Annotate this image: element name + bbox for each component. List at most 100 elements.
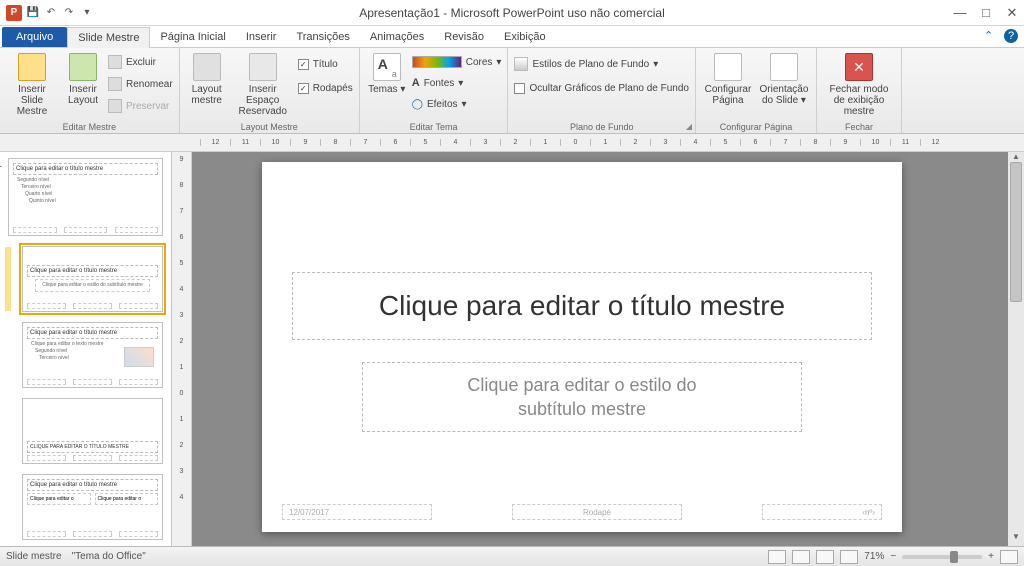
ribbon-tabs: Arquivo Slide Mestre Página Inicial Inse… (0, 26, 1024, 48)
page-setup-button[interactable]: Configurar Página (702, 51, 754, 106)
rename-button[interactable]: Renomear (108, 75, 173, 93)
group-close: ✕ Fechar modo de exibição mestre Fechar (817, 48, 902, 133)
close-master-view-button[interactable]: ✕ Fechar modo de exibição mestre (823, 51, 895, 117)
fit-to-window-button[interactable] (1000, 550, 1018, 564)
checkbox-checked-icon: ✓ (298, 83, 309, 94)
preserve-button[interactable]: Preservar (108, 97, 173, 115)
slideshow-view-button[interactable] (840, 550, 858, 564)
tab-slide-master[interactable]: Slide Mestre (67, 27, 150, 48)
zoom-out-button[interactable]: − (890, 551, 896, 562)
delete-button[interactable]: Excluir (108, 53, 173, 71)
zoom-in-button[interactable]: + (988, 551, 994, 562)
save-icon[interactable]: 💾 (26, 6, 40, 20)
thumbnail-layout-5[interactable]: Clique para editar o título mestre Cliqu… (22, 474, 163, 540)
insert-placeholder-button[interactable]: Inserir Espaço Reservado (232, 51, 294, 117)
tab-review[interactable]: Revisão (434, 27, 494, 47)
checkbox-checked-icon: ✓ (298, 59, 309, 70)
zoom-slider[interactable] (902, 555, 982, 559)
tab-home[interactable]: Página Inicial (150, 27, 235, 47)
orientation-icon (770, 53, 798, 81)
thumb-subtitle: Clique para editar o estilo do subtítulo… (35, 279, 150, 292)
themes-button[interactable]: Aa Temas ▾ (366, 51, 408, 113)
tab-file[interactable]: Arquivo (2, 27, 67, 47)
ribbon-minimize-icon[interactable]: ⌃ (984, 29, 998, 43)
window-title: Apresentação1 - Microsoft PowerPoint uso… (0, 6, 1024, 20)
thumb-title: Clique para editar o título mestre (27, 265, 158, 277)
minimize-button[interactable]: — (952, 5, 968, 21)
effects-icon: ◯ (412, 99, 423, 110)
group-label: Configurar Página (696, 122, 816, 132)
subtitle-placeholder[interactable]: Clique para editar o estilo do subtítulo… (362, 362, 802, 432)
insert-placeholder-icon (249, 53, 277, 81)
colors-label: Cores (466, 57, 493, 68)
redo-icon[interactable]: ↷ (62, 6, 76, 20)
slide-canvas[interactable]: Clique para editar o título mestre Cliqu… (192, 152, 1024, 546)
background-styles-button[interactable]: Estilos de Plano de Fundo ▾ (514, 55, 689, 73)
slide-number-placeholder[interactable]: ‹nº› (762, 504, 882, 520)
thumbnail-layout-4[interactable]: CLIQUE PARA EDITAR O TÍTULO MESTRE (22, 398, 163, 464)
quick-access-toolbar: P 💾 ↶ ↷ ▾ (0, 5, 94, 21)
master-layout-icon (193, 53, 221, 81)
tab-view[interactable]: Exibição (494, 27, 556, 47)
tab-animations[interactable]: Animações (360, 27, 434, 47)
group-label: Editar Tema (360, 122, 508, 132)
title-placeholder[interactable]: Clique para editar o título mestre (292, 272, 872, 340)
footers-check-label: Rodapés (313, 83, 353, 94)
orientation-button[interactable]: Orientação do Slide ▾ (758, 51, 810, 106)
tab-insert[interactable]: Inserir (236, 27, 287, 47)
slide-master[interactable]: Clique para editar o título mestre Cliqu… (262, 162, 902, 532)
effects-button[interactable]: ◯Efeitos ▾ (412, 95, 502, 113)
insert-layout-button[interactable]: Inserir Layout (62, 51, 104, 117)
zoom-level: 71% (864, 551, 884, 562)
hide-bg-checkbox[interactable]: Ocultar Gráficos de Plano de Fundo (514, 79, 689, 97)
footers-checkbox[interactable]: ✓ Rodapés (298, 79, 353, 97)
thumbnail-panel[interactable]: 1 Clique para editar o título mestre Seg… (0, 152, 172, 546)
maximize-button[interactable]: □ (978, 5, 994, 21)
master-layout-button[interactable]: Layout mestre (186, 51, 228, 117)
group-page-setup: Configurar Página Orientação do Slide ▾ … (696, 48, 817, 133)
scroll-down-icon[interactable]: ▼ (1008, 532, 1024, 546)
thumbnail-layout-3[interactable]: Clique para editar o título mestre Cliqu… (22, 322, 163, 388)
powerpoint-icon: P (6, 5, 22, 21)
status-bar: Slide mestre "Tema do Office" 71% − + (0, 546, 1024, 566)
delete-icon (108, 55, 122, 69)
dropdown-icon: ▾ (496, 57, 501, 68)
colors-button[interactable]: Cores ▾ (412, 53, 502, 71)
master-layout-label: Layout mestre (186, 84, 228, 106)
dropdown-icon: ▾ (458, 78, 463, 89)
checkbox-icon (514, 83, 525, 94)
date-placeholder[interactable]: 12/07/2017 (282, 504, 432, 520)
help-icon[interactable]: ? (1004, 29, 1018, 43)
zoom-handle[interactable] (950, 551, 958, 563)
qat-dropdown-icon[interactable]: ▾ (80, 6, 94, 20)
thumb-line: Quinto nível (29, 198, 158, 205)
reading-view-button[interactable] (816, 550, 834, 564)
thumb-col-left: Clique para editar o (27, 493, 91, 505)
normal-view-button[interactable] (768, 550, 786, 564)
preserve-icon (108, 99, 122, 113)
window-controls: — □ ✕ (952, 5, 1020, 21)
footer-placeholder[interactable]: Rodapé (512, 504, 682, 520)
thumbnail-layout-2[interactable]: Clique para editar o título mestre Cliqu… (22, 246, 163, 312)
vertical-scrollbar[interactable]: ▲ ▼ (1008, 152, 1024, 546)
orientation-label: Orientação do Slide ▾ (758, 84, 810, 106)
tab-transitions[interactable]: Transições (286, 27, 359, 47)
undo-icon[interactable]: ↶ (44, 6, 58, 20)
rename-label: Renomear (126, 79, 173, 90)
work-area: 1 Clique para editar o título mestre Seg… (0, 152, 1024, 546)
ribbon-help-area: ⌃ ? (984, 29, 1018, 43)
dropdown-icon: ▾ (653, 59, 658, 70)
horizontal-ruler: 1211109876543210123456789101112 (0, 134, 1024, 152)
close-button[interactable]: ✕ (1004, 5, 1020, 21)
dialog-launcher-icon[interactable]: ◢ (686, 122, 692, 131)
group-master-layout: Layout mestre Inserir Espaço Reservado ✓… (180, 48, 360, 133)
scroll-thumb[interactable] (1010, 162, 1022, 302)
fonts-button[interactable]: AFontes ▾ (412, 74, 502, 92)
group-edit-master: Inserir Slide Mestre Inserir Layout Excl… (0, 48, 180, 133)
thumbnail-master-1[interactable]: 1 Clique para editar o título mestre Seg… (8, 158, 163, 236)
title-checkbox[interactable]: ✓Título (298, 55, 353, 73)
page-setup-icon (714, 53, 742, 81)
fonts-label: Fontes (424, 78, 455, 89)
sorter-view-button[interactable] (792, 550, 810, 564)
insert-slide-master-button[interactable]: Inserir Slide Mestre (6, 51, 58, 117)
